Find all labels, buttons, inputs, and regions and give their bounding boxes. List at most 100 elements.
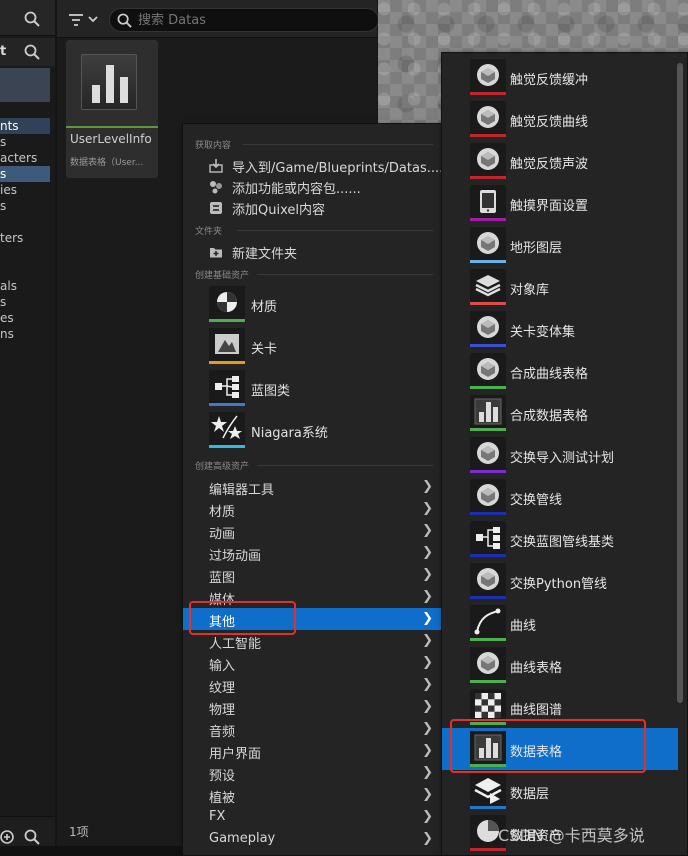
submenu-item-haptic-soundwave[interactable]: 触觉反馈声波 <box>442 140 678 182</box>
menu-item-material-sub[interactable]: 材质 ❯ <box>183 498 441 520</box>
context-menu: 获取内容 导入到/Game/Blueprints/Datas..... 添加功能… <box>182 123 447 856</box>
import-icon <box>209 159 223 173</box>
tree-subheader: t <box>0 38 55 66</box>
tree-header-label: t <box>0 44 7 59</box>
cube-icon <box>470 479 506 515</box>
chevron-right-icon: ❯ <box>422 611 433 626</box>
menu-item-blueprint[interactable]: 蓝图 ❯ <box>183 564 441 586</box>
menu-item-add-feature[interactable]: 添加功能或内容包...... <box>232 178 361 197</box>
tree-item[interactable]: s <box>0 134 50 150</box>
submenu-item-label: 触摸界面设置 <box>510 199 589 214</box>
search-icon[interactable] <box>24 11 40 27</box>
chevron-right-icon: ❯ <box>422 567 433 582</box>
asset-name: UserLevelInfo <box>70 132 152 146</box>
menu-item-input[interactable]: 输入 ❯ <box>183 652 441 674</box>
highlight-box-misc <box>189 601 296 635</box>
chevron-right-icon: ❯ <box>422 787 433 802</box>
menu-item-niagara-system[interactable]: Niagara系统 <box>209 412 439 450</box>
add-feature-icon <box>209 180 222 194</box>
menu-item-label: 动画 <box>209 527 236 542</box>
submenu-item-label: 合成曲线表格 <box>510 367 589 382</box>
menu-item-blueprint-class[interactable]: 蓝图类 <box>209 370 439 408</box>
menu-item-label: 植被 <box>209 791 236 806</box>
filter-icon[interactable] <box>69 13 99 27</box>
search-icon[interactable] <box>24 829 40 845</box>
menu-item-new-folder[interactable]: 新建文件夹 <box>232 243 297 262</box>
menu-item-presets[interactable]: 预设 ❯ <box>183 762 441 784</box>
submenu-item-label: 关卡变体集 <box>510 325 576 340</box>
chevron-right-icon: ❯ <box>422 589 433 604</box>
tree-item[interactable]: als <box>0 278 50 294</box>
section-header-get-content: 获取内容 <box>195 141 232 151</box>
folder-tree-panel: t nts s acters s ies s ters als s es ns <box>0 0 55 856</box>
menu-item-import[interactable]: 导入到/Game/Blueprints/Datas..... <box>232 157 447 176</box>
submenu-item-touch-interface[interactable]: 触摸界面设置 <box>442 182 678 224</box>
menu-item-user-interface[interactable]: 用户界面 ❯ <box>183 740 441 762</box>
menu-item-foliage[interactable]: 植被 ❯ <box>183 784 441 806</box>
tree-item[interactable]: es <box>0 310 50 326</box>
submenu-item-curve-table[interactable]: 曲线表格 <box>442 644 678 686</box>
submenu-item-data-layer[interactable]: 数据层 <box>442 770 678 812</box>
menu-item-add-quixel[interactable]: 添加Quixel内容 <box>232 199 325 218</box>
submenu-item-interchange-blueprint-pipeline[interactable]: 交换蓝图管线基类 <box>442 518 678 560</box>
submenu-item-interchange-test-plan[interactable]: 交换导入测试计划 <box>442 434 678 476</box>
chevron-right-icon: ❯ <box>422 545 433 560</box>
menu-item-level[interactable]: 关卡 <box>209 328 439 366</box>
highlight-box-data-table <box>450 719 646 773</box>
watermark: CSDN @卡西莫多说 <box>498 826 645 845</box>
menu-item-gameplay[interactable]: Gameplay ❯ <box>183 828 441 850</box>
menu-item-animation[interactable]: 动画 ❯ <box>183 520 441 542</box>
divider <box>237 230 433 231</box>
cube-icon <box>470 647 506 683</box>
tree-item[interactable]: ns <box>0 326 50 342</box>
submenu-item-interchange-python-pipeline[interactable]: 交换Python管线 <box>442 560 678 602</box>
submenu-scrollbar[interactable] <box>677 63 683 703</box>
cube-icon <box>470 227 506 263</box>
tree-item[interactable]: acters <box>0 150 50 166</box>
submenu-item-landscape-layer[interactable]: 地形图层 <box>442 224 678 266</box>
tree-item[interactable]: nts <box>0 118 50 134</box>
submenu-item-label: 地形图层 <box>510 241 563 256</box>
datatable-icon <box>81 54 137 110</box>
menu-item-label: 输入 <box>209 659 236 674</box>
submenu-item-label: 曲线图谱 <box>510 703 563 718</box>
menu-item-label: 蓝图 <box>209 571 236 586</box>
stack-icon <box>470 269 506 305</box>
menu-item-label: 音频 <box>209 725 236 740</box>
submenu-item-interchange-pipeline[interactable]: 交换管线 <box>442 476 678 518</box>
menu-item-texture[interactable]: 纹理 ❯ <box>183 674 441 696</box>
menu-item-cinematics[interactable]: 过场动画 ❯ <box>183 542 441 564</box>
submenu-item-label: 数据层 <box>510 787 550 802</box>
tablet-icon <box>470 185 506 221</box>
asset-search-box[interactable] <box>109 8 379 32</box>
blueprint-icon <box>470 521 506 557</box>
tree-item-selected[interactable]: s <box>0 166 50 182</box>
submenu-item-haptic-buffer[interactable]: 触觉反馈缓冲 <box>442 56 678 98</box>
asset-search-input[interactable] <box>138 9 358 31</box>
add-icon[interactable] <box>0 829 14 845</box>
menu-item-physics[interactable]: 物理 ❯ <box>183 696 441 718</box>
tree-item[interactable]: ies <box>0 182 50 198</box>
chevron-right-icon: ❯ <box>422 809 433 824</box>
tree-item[interactable]: ters <box>0 230 50 246</box>
menu-item-material[interactable]: 材质 <box>209 286 439 324</box>
tree-item[interactable]: s <box>0 294 50 310</box>
menu-item-audio[interactable]: 音频 ❯ <box>183 718 441 740</box>
menu-item-label: Niagara系统 <box>251 426 328 441</box>
menu-item-fx[interactable]: FX ❯ <box>183 806 441 828</box>
submenu-item-haptic-curve[interactable]: 触觉反馈曲线 <box>442 98 678 140</box>
submenu-item-curve[interactable]: 曲线 <box>442 602 678 644</box>
submenu-item-object-library[interactable]: 对象库 <box>442 266 678 308</box>
item-count: 1项 <box>69 825 89 839</box>
tree-item[interactable]: s <box>0 198 50 214</box>
asset-tile[interactable]: UserLevelInfo 数据表格（User... <box>66 40 158 178</box>
chevron-right-icon: ❯ <box>422 831 433 846</box>
menu-item-label: 编辑器工具 <box>209 483 275 498</box>
submenu-item-level-variant-sets[interactable]: 关卡变体集 <box>442 308 678 350</box>
menu-item-editor-tools[interactable]: 编辑器工具 ❯ <box>183 476 441 498</box>
search-icon[interactable] <box>24 44 40 60</box>
menu-item-label: 关卡 <box>251 342 278 357</box>
blueprint-icon <box>209 370 245 406</box>
submenu-item-composite-curve-table[interactable]: 合成曲线表格 <box>442 350 678 392</box>
submenu-item-composite-data-table[interactable]: 合成数据表格 <box>442 392 678 434</box>
